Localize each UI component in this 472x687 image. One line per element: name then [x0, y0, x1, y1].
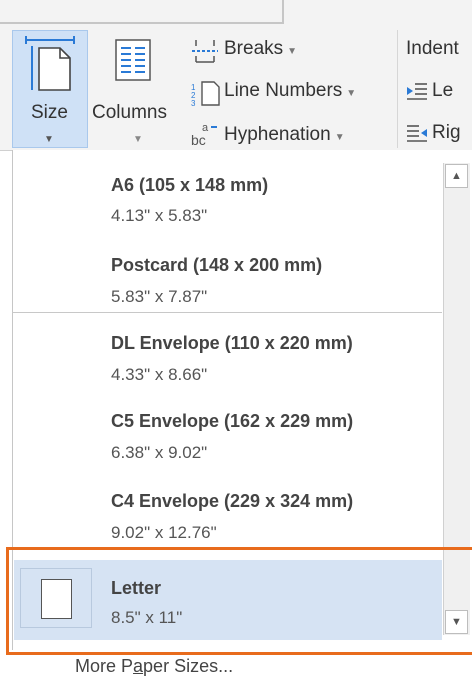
page-icon: [41, 579, 72, 619]
indent-left-label: Le: [432, 80, 454, 101]
paper-size-title: Postcard (148 x 200 mm): [111, 255, 323, 275]
paper-size-dimensions: 8.5" x 11": [111, 608, 183, 627]
paper-size-title: C4 Envelope (229 x 324 mm): [111, 491, 354, 511]
paper-size-postcard[interactable]: Postcard (148 x 200 mm) 5.83" x 7.87": [14, 245, 442, 311]
paper-size-c5-envelope[interactable]: C5 Envelope (162 x 229 mm) 6.38" x 9.02": [14, 393, 442, 473]
indent-left-control[interactable]: Le: [404, 78, 472, 108]
paper-size-title: C5 Envelope (162 x 229 mm): [111, 411, 354, 431]
paper-size-title: DL Envelope (110 x 220 mm): [111, 333, 353, 353]
line-numbers-icon: 1 2 3: [191, 81, 220, 106]
indent-right-icon: [407, 125, 427, 142]
size-label: Size: [31, 102, 68, 123]
breaks-icon: [192, 40, 218, 63]
paper-size-dimensions: 4.33" x 8.66": [111, 365, 208, 384]
size-caret: ▼: [44, 134, 54, 145]
more-paper-sizes-link[interactable]: More Paper Sizes...: [75, 656, 233, 677]
paper-size-dimensions: 4.13" x 5.83": [111, 206, 208, 225]
indent-left-icon: [407, 83, 427, 100]
paper-size-title: Letter: [111, 578, 162, 598]
indent-right-label: Rig: [432, 122, 461, 143]
tab-border: [0, 0, 284, 24]
paper-size-dl-envelope[interactable]: DL Envelope (110 x 220 mm) 4.33" x 8.66": [14, 313, 442, 393]
size-icon: [25, 36, 75, 91]
ribbon-group-separator: [397, 30, 398, 148]
breaks-label: Breaks ▼: [224, 38, 298, 59]
paper-size-dimensions: 6.38" x 9.02": [111, 443, 208, 462]
paper-size-dimensions: 5.83" x 7.87": [111, 287, 208, 306]
svg-text:3: 3: [191, 99, 196, 106]
paper-size-title: A6 (105 x 148 mm): [111, 175, 269, 195]
breaks-button[interactable]: Breaks ▼: [188, 36, 393, 66]
dropdown-scrollbar[interactable]: [443, 163, 470, 635]
more-sizes-text-end: per Sizes...: [143, 656, 234, 676]
indent-right-control[interactable]: Rig: [404, 120, 472, 150]
paper-size-dimensions: 9.02" x 12.76": [111, 523, 217, 542]
hyphenation-button[interactable]: a bc Hyphenation ▼: [188, 120, 393, 150]
svg-text:bc: bc: [191, 132, 206, 148]
ribbon-top-strip: [0, 0, 472, 29]
scroll-up-arrow-icon[interactable]: ▲: [445, 164, 468, 188]
columns-caret: ▼: [133, 134, 143, 145]
line-numbers-label: Line Numbers ▼: [224, 80, 357, 101]
columns-label: Columns: [92, 102, 167, 123]
scroll-down-arrow-icon[interactable]: ▼: [445, 610, 468, 634]
hyphenation-icon: a bc: [191, 122, 217, 148]
more-sizes-text-start: More P: [75, 656, 134, 676]
line-numbers-button[interactable]: 1 2 3 Line Numbers ▼: [188, 78, 393, 108]
paper-size-c4-envelope[interactable]: C4 Envelope (229 x 324 mm) 9.02" x 12.76…: [14, 473, 442, 551]
hyphenation-label: Hyphenation ▼: [224, 124, 345, 145]
indent-label: Indent: [406, 38, 459, 59]
more-sizes-mnemonic: a: [133, 656, 144, 676]
columns-icon: [115, 39, 151, 81]
paper-size-a6[interactable]: A6 (105 x 148 mm) 4.13" x 5.83": [14, 163, 442, 245]
